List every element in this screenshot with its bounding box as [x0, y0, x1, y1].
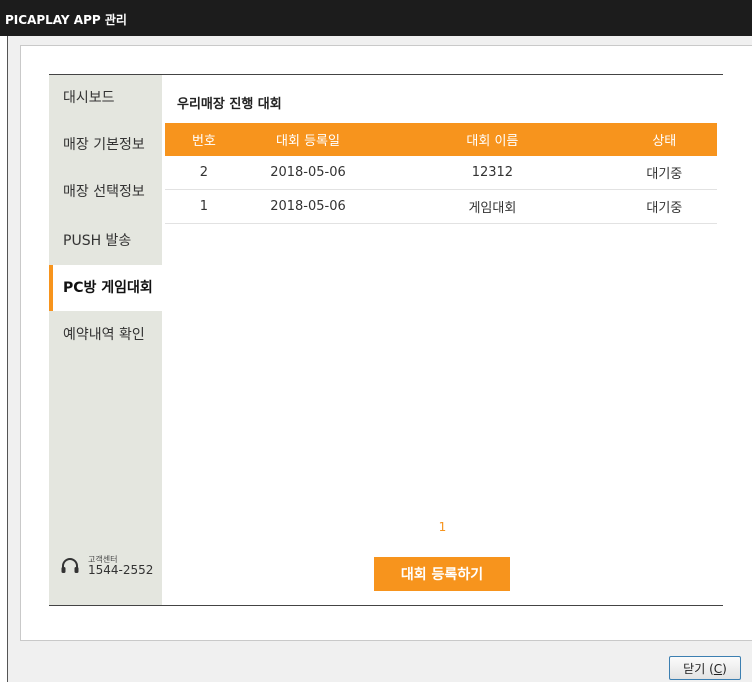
close-button-label: 닫기 ( — [683, 661, 714, 676]
window-frame: 대시보드 매장 기본정보 매장 선택정보 PUSH 발송 PC방 게임대회 예약… — [7, 36, 752, 682]
sidebar-item-game-tournament[interactable]: PC방 게임대회 — [49, 265, 162, 311]
sidebar-item-label: PC방 게임대회 — [63, 280, 153, 296]
column-header-date: 대회 등록일 — [242, 123, 374, 156]
tournament-table: 번호 대회 등록일 대회 이름 상태 2 2018-05-06 12312 대기… — [165, 123, 717, 224]
sidebar: 대시보드 매장 기본정보 매장 선택정보 PUSH 발송 PC방 게임대회 예약… — [49, 75, 162, 605]
cell-name: 게임대회 — [373, 189, 612, 224]
sidebar-item-label: PUSH 발송 — [63, 233, 132, 249]
cell-status: 대기중 — [611, 156, 717, 190]
customer-center: 고객센터 1544-2552 — [59, 553, 159, 579]
cell-name: 12312 — [373, 156, 612, 190]
content-area: 대시보드 매장 기본정보 매장 선택정보 PUSH 발송 PC방 게임대회 예약… — [20, 45, 752, 641]
main-content: 우리매장 진행 대회 번호 대회 등록일 대회 이름 상태 2 2018-05-… — [162, 75, 723, 605]
sidebar-item-dashboard[interactable]: 대시보드 — [49, 75, 162, 121]
window-titlebar: PICAPLAY APP 관리 — [0, 0, 752, 36]
pagination: 1 — [162, 520, 723, 534]
cell-number: 2 — [165, 156, 243, 190]
column-header-number: 번호 — [165, 123, 243, 156]
page-title: 우리매장 진행 대회 — [177, 97, 282, 112]
table-row[interactable]: 1 2018-05-06 게임대회 대기중 — [165, 189, 717, 224]
cell-number: 1 — [165, 189, 243, 224]
sidebar-item-store-basic-info[interactable]: 매장 기본정보 — [49, 122, 162, 168]
column-header-status: 상태 — [611, 123, 717, 156]
sidebar-item-label: 매장 기본정보 — [63, 137, 145, 153]
column-header-name: 대회 이름 — [373, 123, 612, 156]
main-panel: 대시보드 매장 기본정보 매장 선택정보 PUSH 발송 PC방 게임대회 예약… — [49, 74, 723, 606]
bottom-bar: 닫기 (C) — [8, 641, 752, 682]
customer-center-phone: 1544-2552 — [88, 563, 154, 577]
cell-status: 대기중 — [611, 189, 717, 224]
register-tournament-button[interactable]: 대회 등록하기 — [374, 557, 510, 591]
sidebar-item-label: 매장 선택정보 — [63, 184, 145, 200]
page-number-current[interactable]: 1 — [439, 520, 447, 534]
sidebar-item-label: 예약내역 확인 — [63, 327, 145, 343]
close-button-label-suffix: ) — [722, 661, 727, 676]
headset-icon — [61, 558, 79, 573]
table-row[interactable]: 2 2018-05-06 12312 대기중 — [165, 156, 717, 190]
sidebar-item-push[interactable]: PUSH 발송 — [49, 218, 162, 264]
cell-date: 2018-05-06 — [242, 156, 374, 190]
table-header-row: 번호 대회 등록일 대회 이름 상태 — [165, 123, 717, 156]
close-button[interactable]: 닫기 (C) — [669, 656, 741, 680]
window-title: PICAPLAY APP 관리 — [5, 13, 127, 27]
cell-date: 2018-05-06 — [242, 189, 374, 224]
sidebar-item-label: 대시보드 — [63, 90, 115, 106]
sidebar-item-store-option-info[interactable]: 매장 선택정보 — [49, 169, 162, 215]
close-button-shortcut: C — [713, 661, 723, 676]
sidebar-item-reservations[interactable]: 예약내역 확인 — [49, 312, 162, 358]
